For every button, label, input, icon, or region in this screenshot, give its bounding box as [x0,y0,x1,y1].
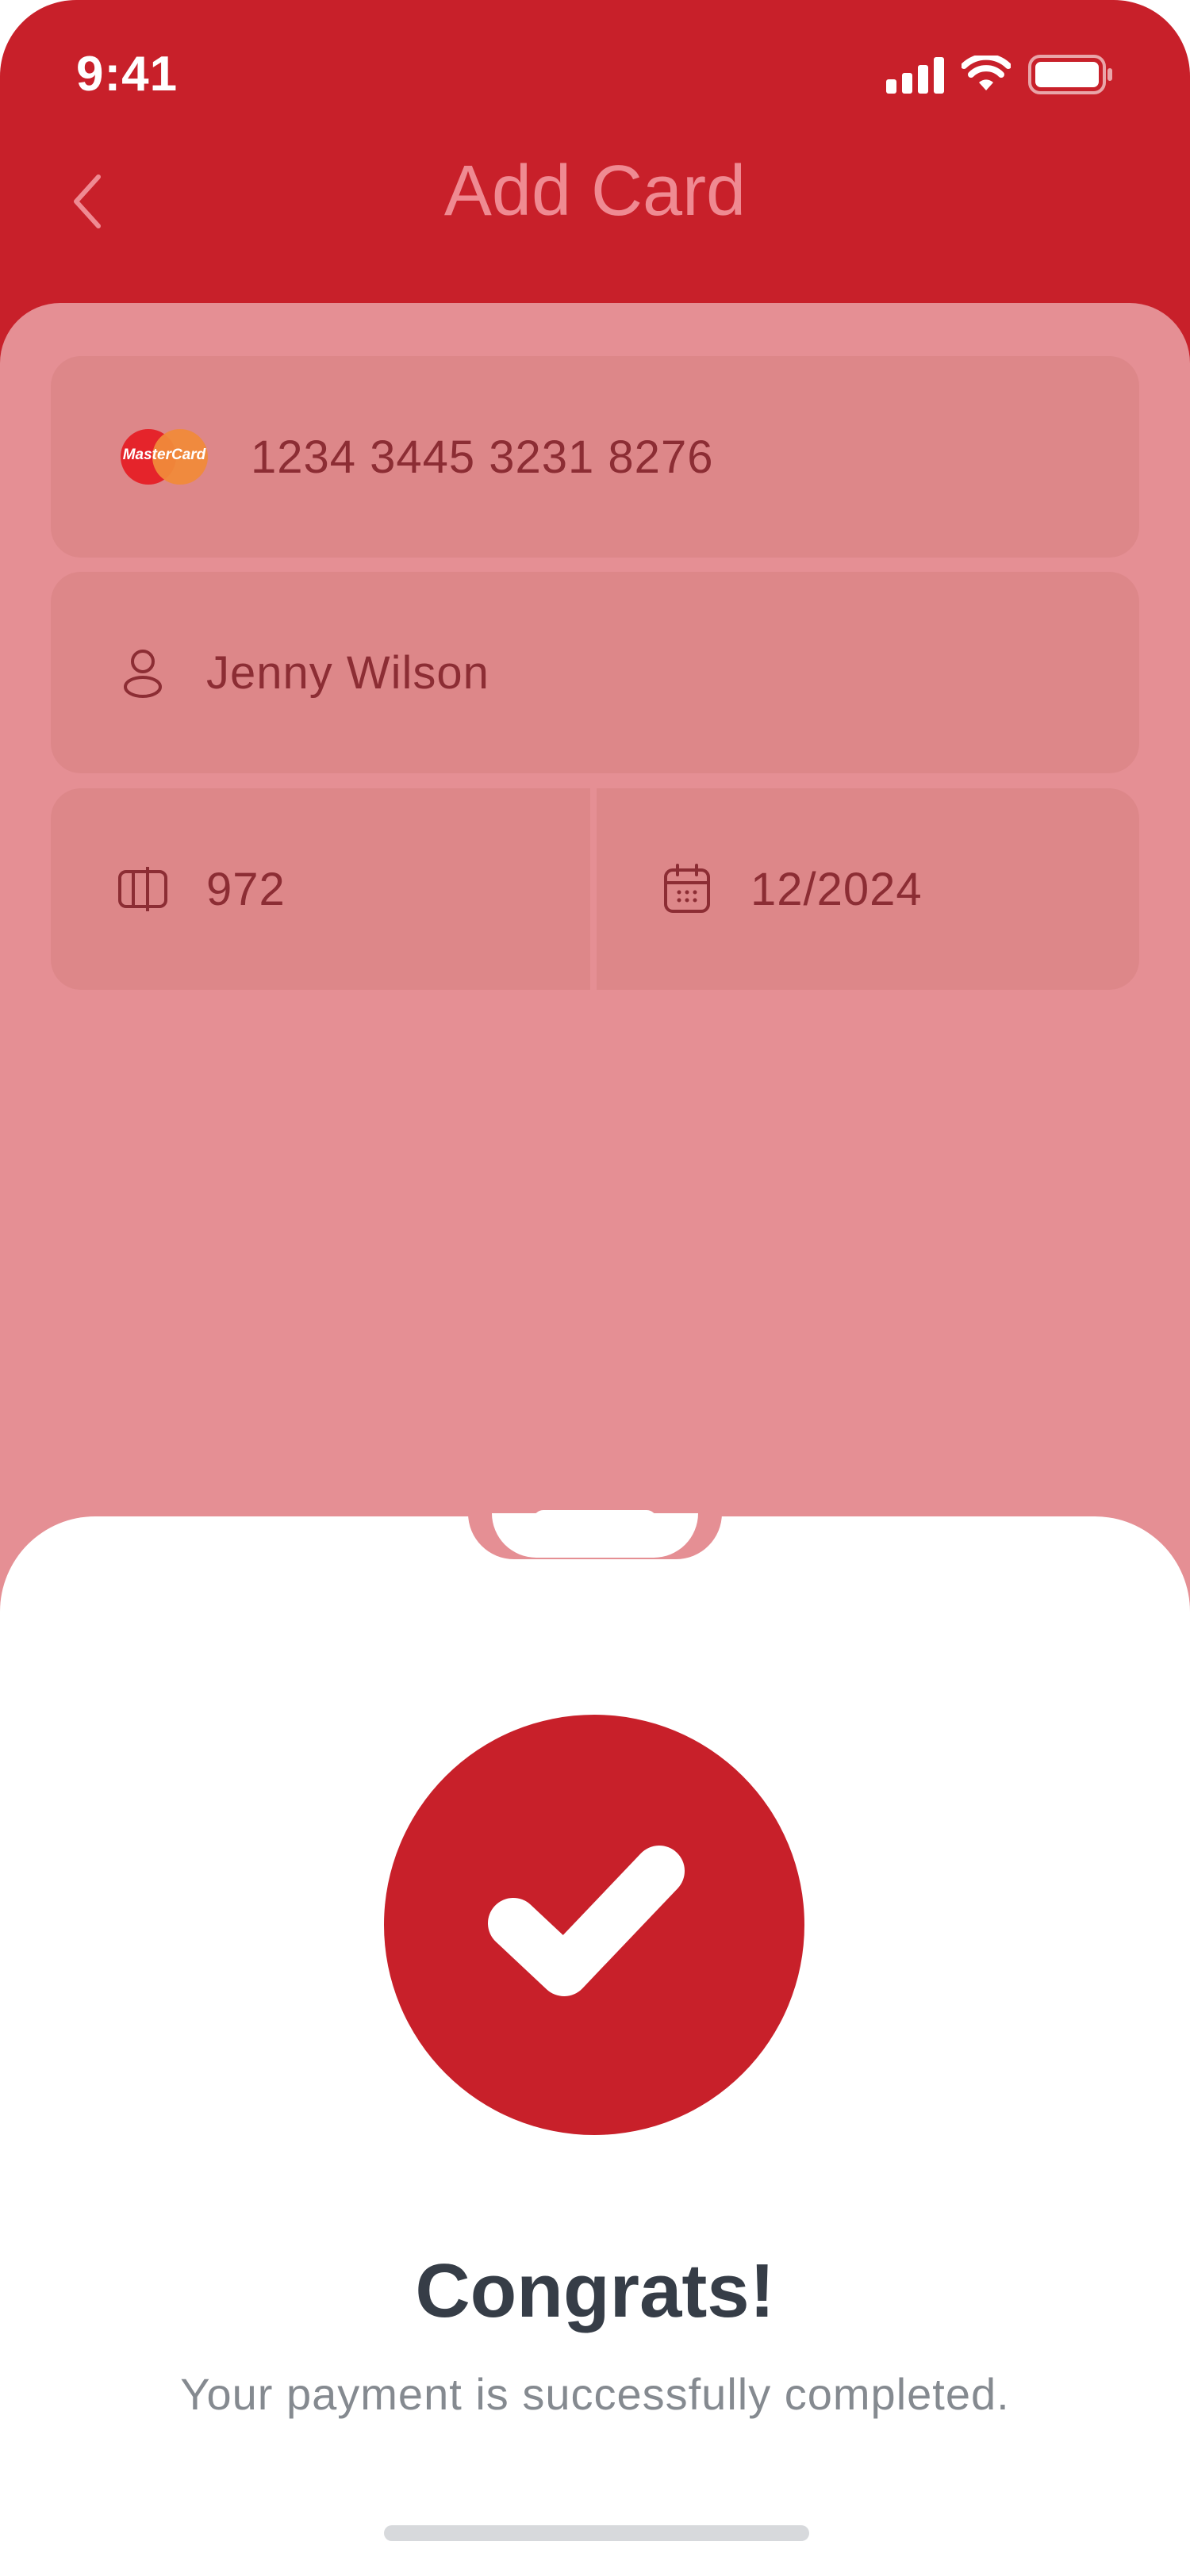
status-icons [886,54,1114,95]
cvv-value: 972 [206,863,286,915]
wifi-icon [962,56,1011,90]
card-number-value: 1234 3445 3231 8276 [251,431,714,483]
expiry-value: 12/2024 [750,863,923,915]
user-icon [117,647,168,698]
mastercard-icon: MasterCard [121,429,208,485]
cvv-field[interactable]: 972 [51,788,590,990]
calendar-icon [662,864,712,914]
battery-icon [1028,55,1112,94]
card-back-icon [117,864,168,914]
phone-screen: 9:41 Add Card MasterCard 1234 3445 3231 … [0,0,1190,2576]
signal-icon [886,56,944,94]
card-number-field[interactable]: MasterCard 1234 3445 3231 8276 [51,356,1139,558]
checkmark-icon [488,1846,685,1996]
page-title: Add Card [443,151,747,231]
sheet-drag-handle[interactable] [533,1510,657,1531]
status-time: 9:41 [76,47,178,102]
expiry-field[interactable]: 12/2024 [597,788,1139,990]
success-title: Congrats! [415,2248,775,2333]
card-brand-label: MasterCard [122,447,206,463]
card-holder-field[interactable]: Jenny Wilson [51,572,1139,773]
success-message: Your payment is successfully completed. [180,2369,1010,2419]
card-holder-value: Jenny Wilson [206,646,489,699]
success-badge [384,1715,804,2135]
home-indicator[interactable] [384,2525,809,2541]
